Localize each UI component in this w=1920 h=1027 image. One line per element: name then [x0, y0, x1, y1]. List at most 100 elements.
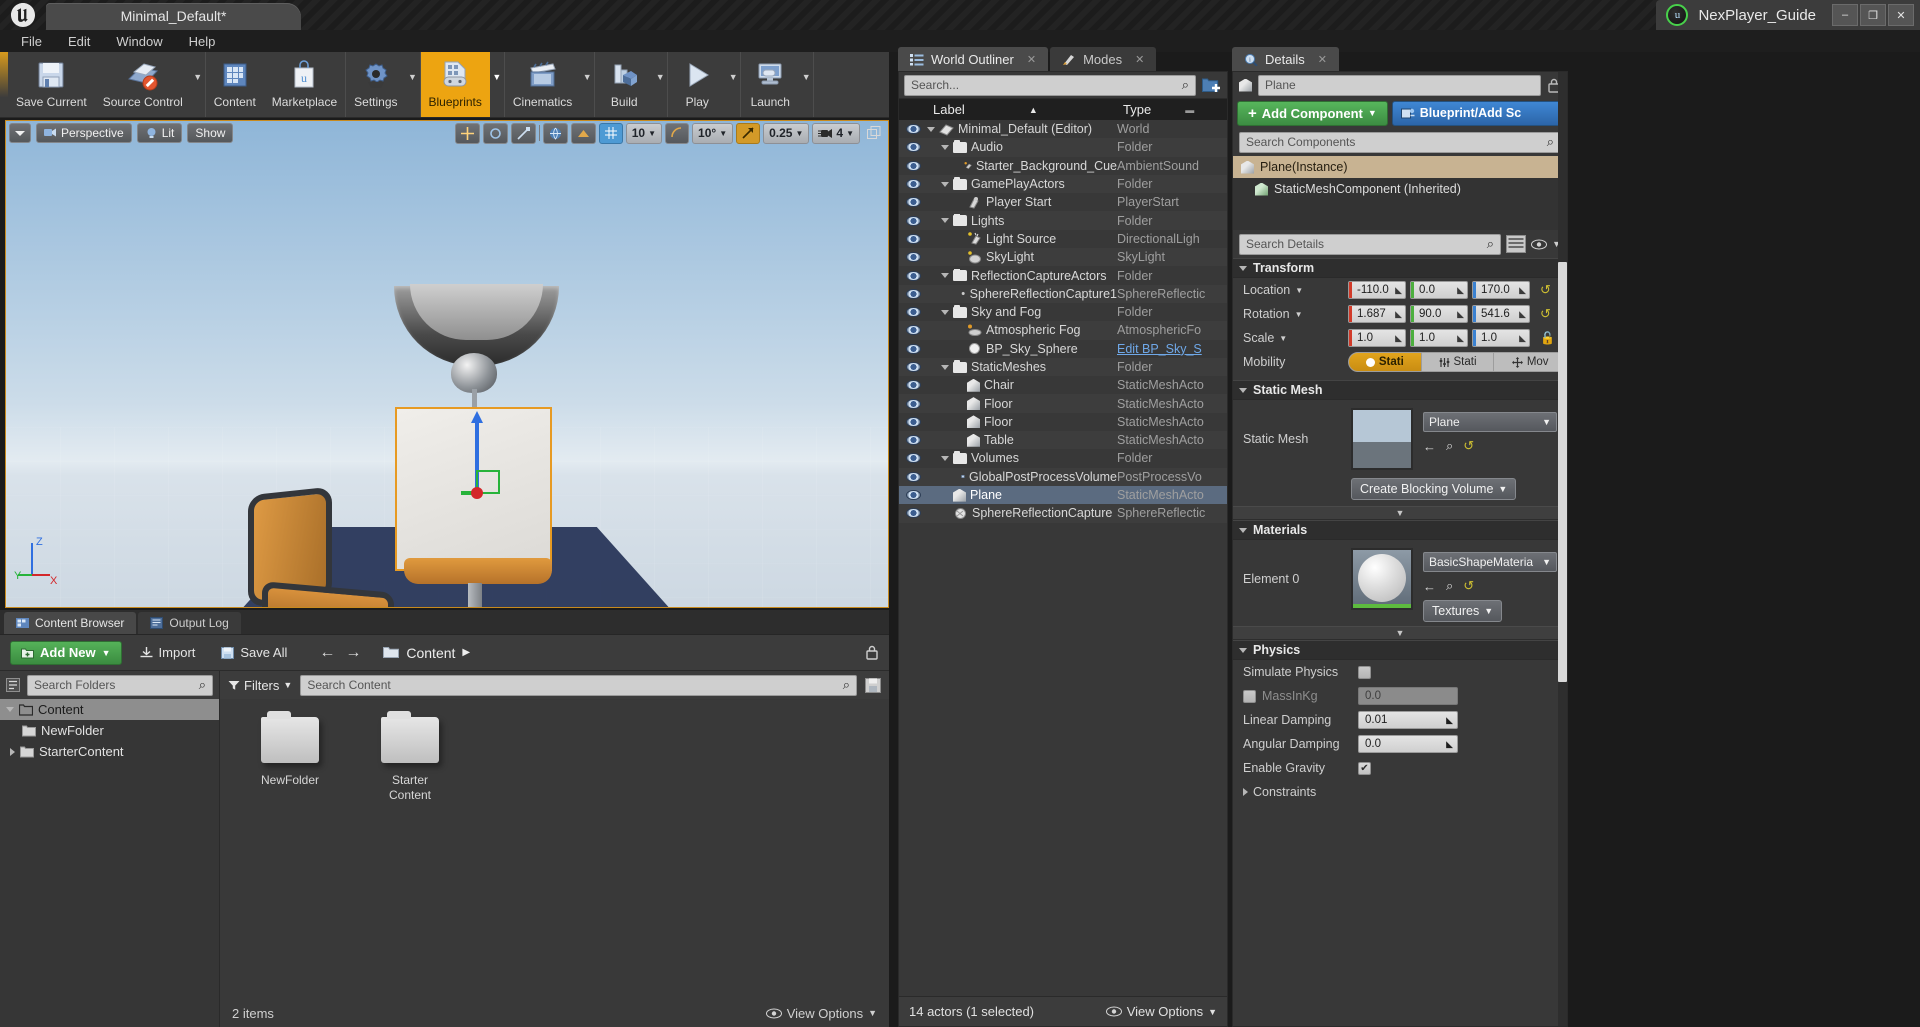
expander-down-icon[interactable] [941, 364, 949, 370]
tab-output-log[interactable]: Output Log [138, 612, 241, 634]
marketplace-button[interactable]: u Marketplace [264, 52, 345, 117]
scale-snap-icon[interactable] [736, 122, 761, 144]
location-z-input[interactable]: 170.0 ◣ [1472, 281, 1530, 299]
outliner-row[interactable]: StaticMeshes Folder [899, 357, 1227, 377]
outliner-visibility-toggle[interactable] [899, 380, 927, 391]
source-control-caret-icon[interactable]: ▼ [191, 52, 205, 117]
linear-damping-input[interactable]: 0.01 ◣ [1358, 711, 1458, 729]
outliner-visibility-toggle[interactable] [899, 453, 927, 464]
content-button[interactable]: Content [206, 52, 264, 117]
grid-snap-value[interactable]: 10 ▼ [625, 122, 663, 144]
outliner-row[interactable]: SphereReflectionCapture1 SphereReflectic [899, 284, 1227, 303]
outliner-visibility-toggle[interactable] [899, 252, 927, 263]
outliner-row[interactable]: GamePlayActors Folder [899, 174, 1227, 194]
grid-snap-icon[interactable] [598, 122, 623, 144]
mobility-movable-option[interactable]: Mov [1494, 353, 1566, 371]
save-all-button[interactable]: Save All [213, 641, 295, 665]
expander-down-icon[interactable] [941, 273, 949, 279]
rotation-snap-value[interactable]: 10° ▼ [692, 122, 734, 144]
transform-rotate-icon[interactable] [482, 122, 508, 144]
outliner-row[interactable]: Atmospheric Fog AtmosphericFo [899, 321, 1227, 340]
add-new-button[interactable]: Add New ▼ [10, 640, 122, 665]
maximize-button[interactable]: ❐ [1860, 4, 1886, 26]
create-blocking-volume-button[interactable]: Create Blocking Volume ▼ [1351, 478, 1517, 500]
expander-down-icon[interactable] [941, 455, 949, 461]
nav-back-icon[interactable]: ← [319, 644, 335, 662]
outliner-row-type[interactable]: Edit BP_Sky_S [1117, 342, 1227, 356]
outliner-visibility-toggle[interactable] [899, 270, 927, 281]
outliner-visibility-toggle[interactable] [899, 215, 927, 226]
search-folders-input[interactable]: Search Folders ⌕ [27, 674, 213, 696]
expander-right-icon[interactable] [10, 747, 15, 756]
blueprints-button[interactable]: Blueprints [420, 52, 490, 117]
transform-gizmo[interactable] [461, 411, 581, 507]
reset-to-default-icon[interactable]: ↺ [1463, 578, 1474, 594]
outliner-visibility-toggle[interactable] [899, 160, 927, 171]
section-materials-header[interactable]: Materials [1233, 520, 1567, 540]
use-selected-asset-icon[interactable]: ← [1423, 439, 1436, 454]
blueprint-add-script-button[interactable]: Blueprint/Add Sc [1391, 100, 1563, 126]
close-icon[interactable]: ✕ [1318, 53, 1327, 66]
outliner-row[interactable]: Minimal_Default (Editor) World [899, 120, 1227, 138]
search-details-input[interactable]: Search Details ⌕ [1239, 233, 1502, 255]
outliner-visibility-toggle[interactable] [899, 435, 927, 446]
section-static-mesh-header[interactable]: Static Mesh [1233, 380, 1567, 400]
play-button[interactable]: Play [668, 52, 726, 117]
outliner-visibility-toggle[interactable] [899, 325, 927, 336]
settings-caret-icon[interactable]: ▼ [406, 52, 420, 117]
static-mesh-thumbnail[interactable] [1351, 408, 1413, 470]
play-caret-icon[interactable]: ▼ [726, 52, 740, 117]
details-scrollbar-thumb[interactable] [1558, 262, 1567, 682]
breadcrumb-root[interactable]: Content [406, 645, 455, 661]
outliner-row[interactable]: Lights Folder [899, 211, 1227, 230]
component-row-staticmeshcomponent[interactable]: StaticMeshComponent (Inherited) [1233, 178, 1567, 200]
launch-caret-icon[interactable]: ▼ [799, 52, 813, 117]
filters-button[interactable]: Filters ▼ [228, 678, 292, 693]
details-eye-icon[interactable] [1531, 239, 1548, 250]
surface-snap-icon[interactable] [570, 122, 596, 144]
level-viewport[interactable]: Z X Y [5, 120, 889, 608]
material-asset-picker[interactable]: BasicShapeMateria ▼ [1423, 552, 1557, 572]
reset-to-default-icon[interactable]: ↺ [1463, 438, 1474, 454]
material-thumbnail[interactable] [1351, 548, 1413, 610]
viewport-show-button[interactable]: Show [187, 123, 234, 143]
browse-to-asset-icon[interactable]: ⌕ [1446, 438, 1453, 454]
transform-translate-icon[interactable] [454, 122, 480, 144]
cinematics-caret-icon[interactable]: ▼ [580, 52, 594, 117]
launch-button[interactable]: Launch [741, 52, 799, 117]
expander-down-icon[interactable] [941, 181, 949, 187]
actor-name-input[interactable]: Plane [1258, 74, 1541, 96]
outliner-row[interactable]: Volumes Folder [899, 449, 1227, 467]
viewport-perspective-button[interactable]: Perspective [36, 123, 132, 143]
details-grid-view-icon[interactable] [1506, 235, 1527, 253]
expander-down-icon[interactable] [927, 126, 935, 132]
outliner-row[interactable]: Floor StaticMeshActo [899, 394, 1227, 413]
section-physics-header[interactable]: Physics [1233, 640, 1567, 660]
nav-forward-icon[interactable]: → [345, 644, 361, 662]
scale-snap-value[interactable]: 0.25 ▼ [763, 122, 810, 144]
viewport-lit-button[interactable]: Lit [136, 123, 183, 143]
outliner-visibility-toggle[interactable] [899, 288, 927, 299]
outliner-row[interactable]: BP_Sky_Sphere Edit BP_Sky_S [899, 340, 1227, 358]
tab-modes[interactable]: Modes ✕ [1050, 47, 1157, 71]
folder-tree-row-content[interactable]: Content [0, 699, 219, 720]
outliner-visibility-toggle[interactable] [899, 508, 927, 519]
outliner-label-column[interactable]: Label ▲ [927, 102, 1117, 117]
outliner-row[interactable]: SphereReflectionCapture SphereReflectic [899, 504, 1227, 523]
outliner-row[interactable]: Table StaticMeshActo [899, 431, 1227, 450]
viewport-armchair-mesh[interactable] [238, 486, 410, 607]
build-caret-icon[interactable]: ▼ [653, 52, 667, 117]
rotation-snap-icon[interactable] [665, 122, 690, 144]
tab-world-outliner[interactable]: World Outliner ✕ [898, 47, 1049, 71]
outliner-search-input[interactable]: Search... ⌕ [904, 74, 1196, 96]
outliner-visibility-toggle[interactable] [899, 307, 927, 318]
close-button[interactable]: ✕ [1888, 4, 1914, 26]
menu-help[interactable]: Help [178, 32, 227, 51]
content-browser-lock-icon[interactable] [865, 645, 879, 660]
settings-button[interactable]: Settings [346, 52, 405, 117]
close-icon[interactable]: ✕ [1135, 53, 1144, 66]
transform-scale-icon[interactable] [510, 122, 536, 144]
import-button[interactable]: Import [132, 641, 204, 665]
scale-x-input[interactable]: 1.0 ◣ [1348, 329, 1406, 347]
expander-down-icon[interactable] [941, 144, 949, 150]
